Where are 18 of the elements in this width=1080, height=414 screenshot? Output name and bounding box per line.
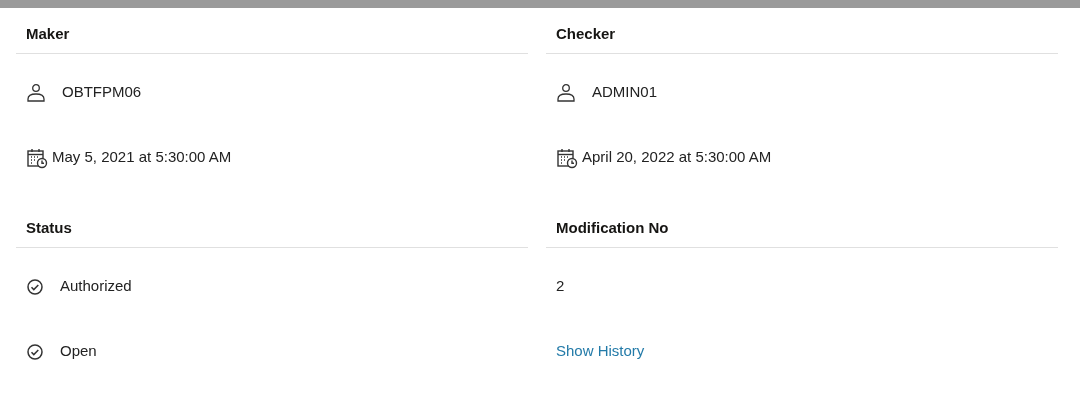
field-value: April 20, 2022 at 5:30:00 AM (582, 147, 772, 168)
field-value: OBTFPM06 (62, 82, 142, 103)
user-icon (26, 82, 46, 103)
field-value: ADMIN01 (592, 82, 658, 103)
check-circle-icon (26, 277, 44, 296)
section-heading: Maker (26, 23, 70, 44)
section-heading: Modification No (556, 217, 669, 238)
field-value: Authorized (60, 276, 132, 297)
field-value: Open (60, 341, 97, 362)
field-value: May 5, 2021 at 5:30:00 AM (52, 147, 232, 168)
user-icon (556, 82, 576, 103)
section-heading: Status (26, 217, 72, 238)
show-history-link[interactable]: Show History (556, 340, 645, 363)
section-heading: Checker (556, 23, 616, 44)
check-circle-icon (26, 342, 44, 361)
calendar-clock-icon (556, 146, 578, 169)
calendar-clock-icon (26, 146, 48, 169)
field-value: 2 (556, 276, 565, 297)
